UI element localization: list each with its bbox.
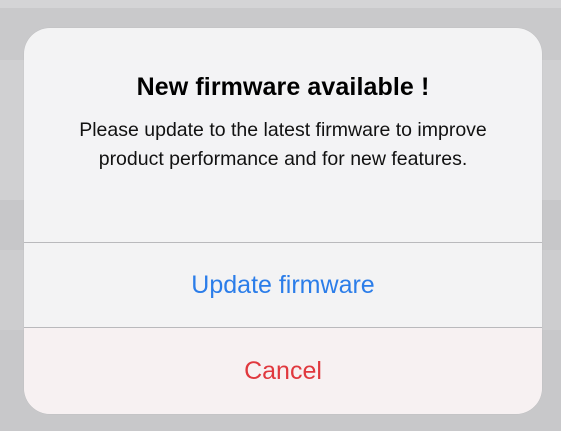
update-firmware-button[interactable]: Update firmware <box>24 243 542 327</box>
firmware-alert-dialog: New firmware available ! Please update t… <box>24 28 542 414</box>
alert-message: Please update to the latest firmware to … <box>79 119 487 170</box>
alert-title: New firmware available ! <box>136 73 430 101</box>
cancel-button[interactable]: Cancel <box>24 328 542 414</box>
alert-content: New firmware available ! Please update t… <box>24 28 542 242</box>
